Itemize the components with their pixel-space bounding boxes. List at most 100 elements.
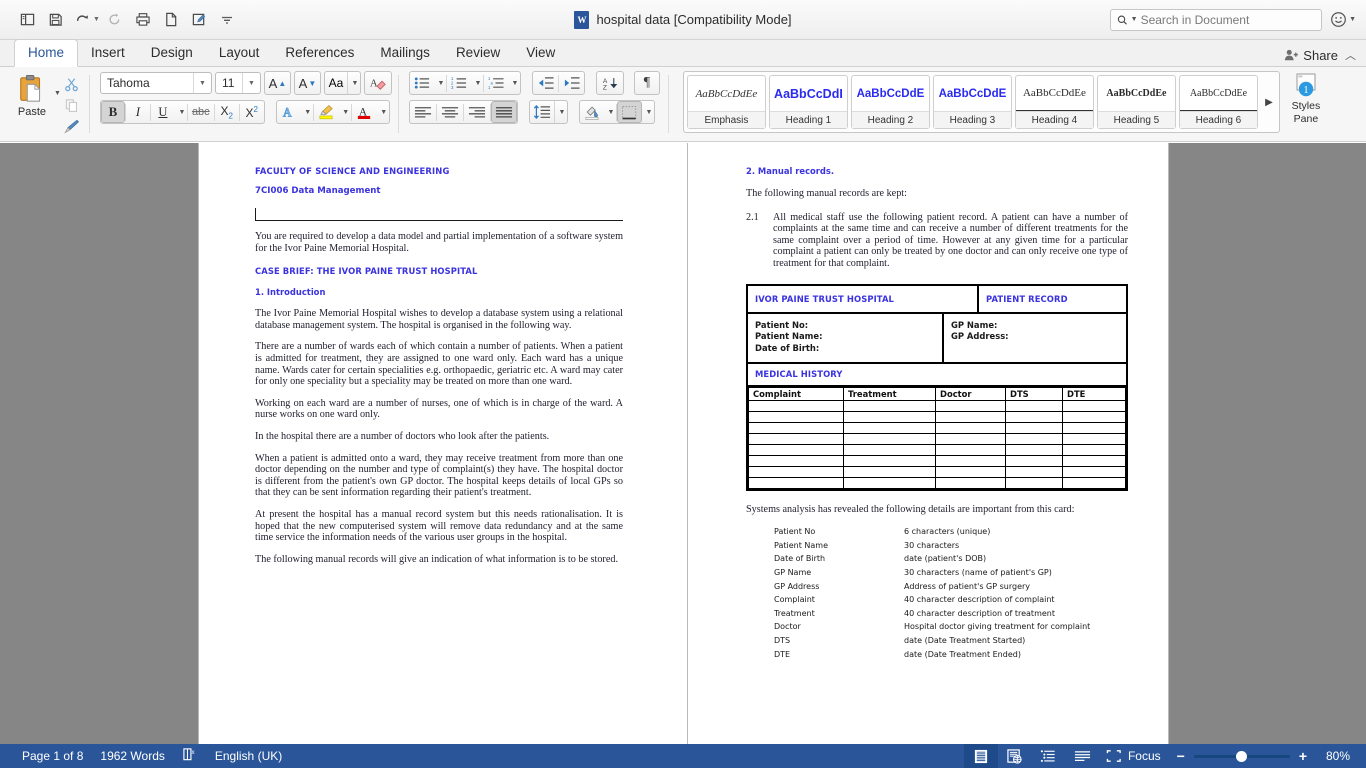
outline-view-button[interactable] [1032,744,1066,768]
shrink-font-button[interactable]: A ▼ [293,71,321,95]
superscript-button[interactable]: X2 [240,101,264,123]
paste-button[interactable]: Paste [10,71,54,118]
text-effects-chevron-icon[interactable]: ▼ [301,101,313,123]
cut-icon[interactable] [61,75,83,93]
zoom-slider-handle[interactable] [1235,750,1247,762]
document-page-1[interactable]: FACULTY OF SCIENCE AND ENGINEERING 7CI00… [199,143,688,744]
underline-button[interactable]: U [151,101,175,123]
show-formatting-marks-button[interactable]: ¶ [633,71,660,95]
strikethrough-button[interactable]: abc [188,101,214,123]
print-icon[interactable] [130,7,156,33]
align-right-button[interactable] [464,101,490,123]
share-button[interactable]: Share [1284,48,1338,63]
bullets-button[interactable] [410,72,434,94]
chevron-down-icon[interactable]: ▼ [1349,16,1356,23]
tab-view[interactable]: View [513,40,568,66]
clear-formatting-button[interactable]: A [363,71,392,95]
sort-button[interactable]: AZ [595,71,624,95]
search-box[interactable]: ▼ [1110,8,1323,31]
shading-button[interactable] [580,101,604,123]
chevron-down-icon[interactable]: ▼ [242,73,257,93]
multilevel-list-button[interactable]: 1a1 [484,72,508,94]
zoom-slider[interactable] [1193,750,1290,762]
undo-group[interactable]: ▼ [70,7,100,33]
proofing-errors-icon[interactable]: x [182,747,198,765]
tab-review[interactable]: Review [443,40,513,66]
customize-toolbar-icon[interactable] [214,7,240,33]
borders-button[interactable] [616,101,642,123]
pencil-page-icon[interactable] [186,7,212,33]
line-spacing-icon[interactable] [530,101,554,123]
subscript-button[interactable]: X2 [215,101,239,123]
style-heading-1[interactable]: AaBbCcDdI Heading 1 [768,75,848,129]
numbering-button[interactable]: 123 [447,72,471,94]
align-left-button[interactable] [410,101,436,123]
highlight-button[interactable] [314,101,339,123]
chevron-down-icon[interactable]: ▼ [193,73,208,93]
style-heading-4[interactable]: AaBbCcDdEe Heading 4 [1014,75,1094,129]
underline-chevron-icon[interactable]: ▼ [175,101,187,123]
tab-references[interactable]: References [272,40,367,66]
tab-design[interactable]: Design [138,40,206,66]
text-effects-button[interactable]: A [277,101,301,123]
multilevel-chevron-icon[interactable]: ▼ [508,72,520,94]
zoom-out-button[interactable]: − [1177,748,1185,764]
feedback-button[interactable]: ▼ [1330,11,1356,28]
page-indicator[interactable]: Page 1 of 8 [22,749,83,763]
zoom-level[interactable]: 80% [1316,749,1350,763]
increase-indent-button[interactable] [559,72,584,94]
change-case-button[interactable]: Aa ▼ [323,71,361,95]
redo-icon[interactable] [102,7,128,33]
font-name-combo[interactable]: Tahoma ▼ [99,72,212,94]
draft-view-button[interactable] [1066,744,1100,768]
line-spacing-button[interactable]: ▼ [528,100,568,124]
save-icon[interactable] [42,7,68,33]
font-size-combo[interactable]: 11 ▼ [214,72,261,94]
style-heading-3[interactable]: AaBbCcDdE Heading 3 [932,75,1012,129]
change-case-icon[interactable]: Aa [325,72,347,94]
style-emphasis[interactable]: AaBbCcDdEe Emphasis [686,75,766,129]
web-layout-view-button[interactable] [998,744,1032,768]
document-page-2[interactable]: 2. Manual records. The following manual … [688,143,1168,744]
word-count[interactable]: 1962 Words [100,749,164,763]
title-bar-right: ▼ ▼ [1110,8,1366,31]
chevron-down-icon[interactable]: ▼ [93,16,100,23]
tab-mailings[interactable]: Mailings [367,40,443,66]
numbering-chevron-icon[interactable]: ▼ [471,72,483,94]
align-justify-button[interactable] [490,101,517,123]
align-center-button[interactable] [437,101,463,123]
paste-options-chevron-icon[interactable]: ▼ [54,90,61,97]
document-canvas[interactable]: FACULTY OF SCIENCE AND ENGINEERING 7CI00… [0,143,1366,744]
styles-pane-button[interactable]: 1 Styles Pane [1280,71,1332,125]
format-painter-icon[interactable] [61,117,83,135]
grow-font-button[interactable]: A ▲ [263,71,291,95]
panel-icon[interactable] [14,7,40,33]
zoom-in-button[interactable]: + [1299,748,1307,764]
search-input[interactable] [1140,12,1316,27]
tab-layout[interactable]: Layout [206,40,273,66]
language-indicator[interactable]: English (UK) [215,749,282,763]
borders-chevron-icon[interactable]: ▼ [642,101,654,123]
chevron-down-icon[interactable]: ▼ [346,72,360,94]
font-color-button[interactable]: A [352,101,377,123]
search-scope-chevron-icon[interactable]: ▼ [1131,16,1138,23]
shading-chevron-icon[interactable]: ▼ [604,101,616,123]
tab-insert[interactable]: Insert [78,40,138,66]
print-layout-view-button[interactable] [963,744,998,768]
page-icon[interactable] [158,7,184,33]
tab-home[interactable]: Home [14,39,79,67]
font-color-chevron-icon[interactable]: ▼ [377,101,389,123]
highlight-chevron-icon[interactable]: ▼ [339,101,351,123]
style-heading-6[interactable]: AaBbCcDdEe Heading 6 [1178,75,1258,129]
copy-icon[interactable] [61,96,83,114]
chevron-up-icon[interactable]: ︿ [1345,47,1356,63]
decrease-indent-button[interactable] [533,72,558,94]
bullets-chevron-icon[interactable]: ▼ [434,72,446,94]
style-heading-2[interactable]: AaBbCcDdE Heading 2 [850,75,930,129]
style-heading-5[interactable]: AaBbCcDdEe Heading 5 [1096,75,1176,129]
styles-gallery-more-icon[interactable]: ▶ [1261,97,1277,108]
chevron-down-icon[interactable]: ▼ [553,101,567,123]
bold-button[interactable]: B [100,101,125,123]
focus-button[interactable]: Focus [1100,749,1173,763]
italic-button[interactable]: I [126,101,150,123]
